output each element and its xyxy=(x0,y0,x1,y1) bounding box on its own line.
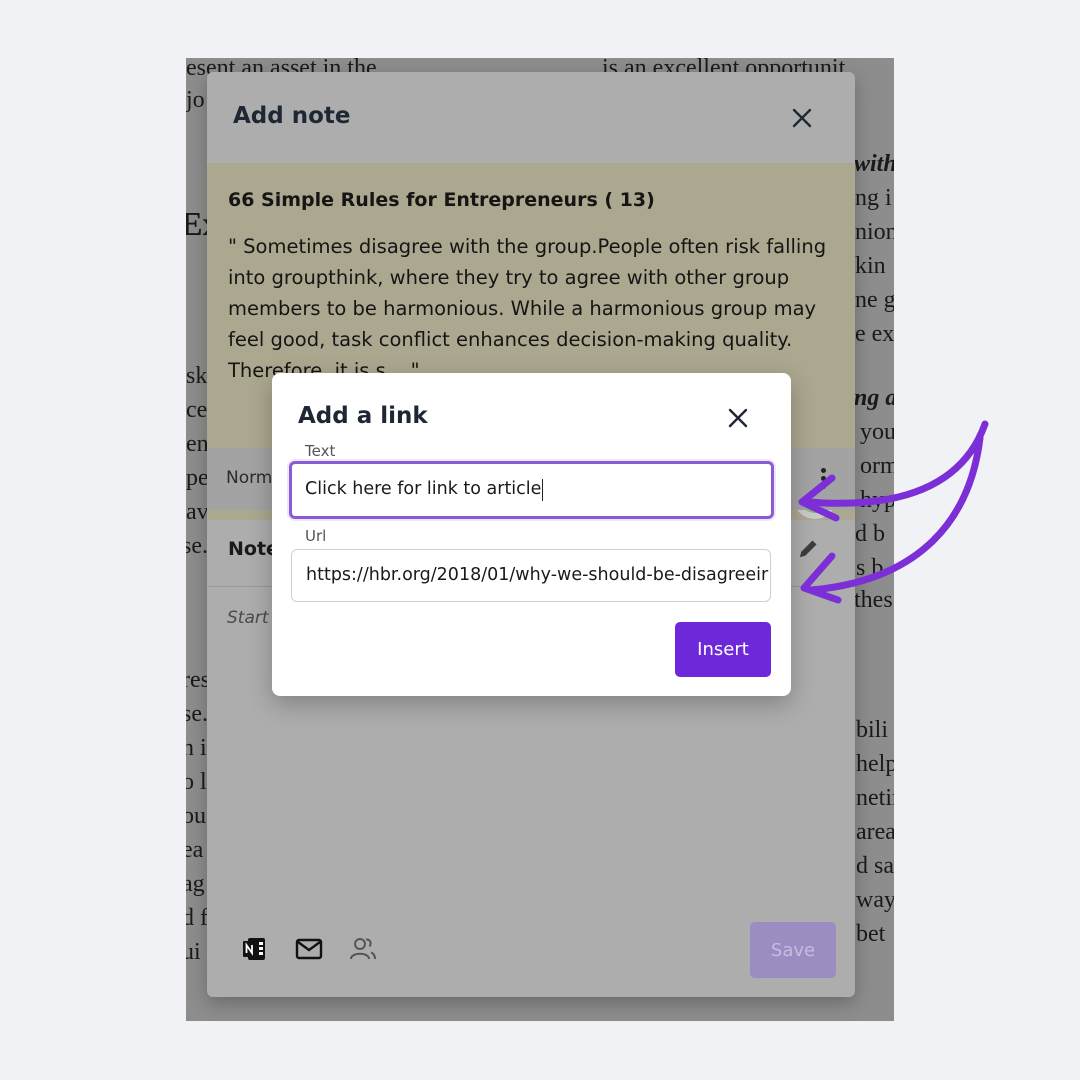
insert-button[interactable]: Insert xyxy=(675,622,771,677)
doc-text-line: ea xyxy=(186,837,204,863)
doc-text-line: bili xyxy=(856,717,889,743)
doc-text-line: d f xyxy=(186,905,208,931)
doc-text-line: jo xyxy=(186,87,205,113)
text-style-dropdown[interactable]: Norm xyxy=(226,468,272,488)
doc-text-line: ui xyxy=(186,939,201,965)
text-field-label: Text xyxy=(305,442,336,460)
doc-text-line: kin xyxy=(855,253,886,279)
link-url-value: https://hbr.org/2018/01/why-we-should-be… xyxy=(306,564,769,585)
doc-text-line: d sa xyxy=(856,853,894,879)
share-users-icon[interactable] xyxy=(348,934,378,964)
add-link-dialog: Add a link Text Click here for link to a… xyxy=(272,373,791,696)
quote-book-title: 66 Simple Rules for Entrepreneurs ( 13) xyxy=(228,189,655,211)
doc-text-line: o l xyxy=(186,769,207,795)
doc-text-line: ne g xyxy=(855,287,894,313)
doc-text-line: av xyxy=(186,499,209,525)
add-note-header: Add note xyxy=(207,72,855,163)
doc-text-line: se. xyxy=(186,701,208,727)
link-text-value: Click here for link to article xyxy=(305,479,542,500)
doc-text-line: se. xyxy=(186,533,208,559)
doc-text-line: ng i xyxy=(855,185,892,211)
add-link-title: Add a link xyxy=(298,403,428,429)
doc-text-line: area xyxy=(856,819,894,845)
doc-text-line: bet xyxy=(856,921,886,947)
url-field-label: Url xyxy=(305,527,327,545)
quote-text: " Sometimes disagree with the group.Peop… xyxy=(228,235,827,382)
add-note-title: Add note xyxy=(233,103,351,129)
doc-text-line: en xyxy=(186,431,209,457)
save-button[interactable]: Save xyxy=(750,922,836,978)
doc-text-line: ag xyxy=(186,871,205,897)
doc-text-line: pe xyxy=(186,465,209,491)
close-icon[interactable] xyxy=(726,406,750,430)
mail-icon[interactable] xyxy=(294,934,324,964)
doc-text-line: e exp xyxy=(855,321,894,347)
doc-text-line: nion xyxy=(855,219,894,245)
doc-text-line: way xyxy=(856,887,894,913)
close-icon[interactable] xyxy=(790,106,814,130)
text-caret xyxy=(542,479,544,501)
onenote-icon[interactable] xyxy=(239,934,269,964)
doc-text-line: ce xyxy=(186,397,208,423)
doc-text-line: ng a xyxy=(854,385,894,411)
annotation-arrows xyxy=(798,420,989,604)
link-url-input[interactable]: https://hbr.org/2018/01/why-we-should-be… xyxy=(291,549,771,602)
doc-text-line: help xyxy=(856,751,894,777)
doc-text-line: sk xyxy=(186,363,208,389)
doc-text-line: ou xyxy=(186,803,206,829)
doc-text-line: netin xyxy=(856,785,894,811)
doc-text-line: with xyxy=(854,151,894,177)
doc-text-line: n i xyxy=(186,735,207,761)
link-text-input[interactable]: Click here for link to article xyxy=(289,461,774,519)
